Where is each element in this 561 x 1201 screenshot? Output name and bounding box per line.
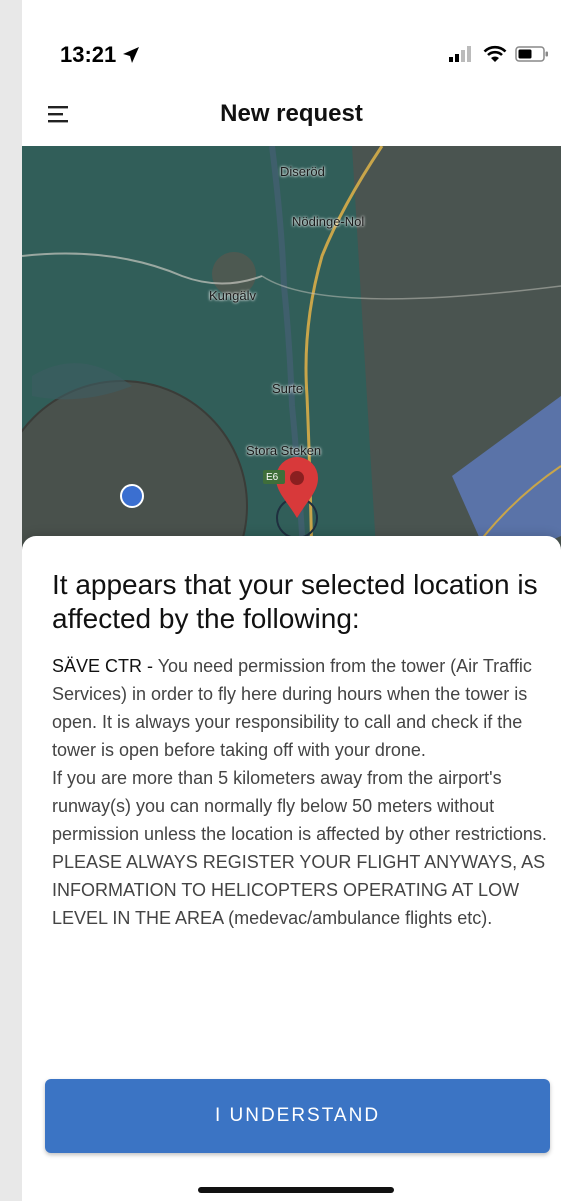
map-road-sign-label: E6	[266, 472, 279, 483]
location-arrow-icon	[123, 47, 140, 63]
home-indicator	[198, 1187, 394, 1193]
map-label-surte: Surte	[272, 381, 304, 396]
map-canvas[interactable]	[22, 146, 561, 566]
sheet-heading: It appears that your selected location i…	[52, 569, 538, 634]
page-title: New request	[220, 100, 363, 127]
phone-screen: 13:21 New request Diseröd Nödinge-Nol Ku…	[22, 0, 561, 1201]
map-label-nodinge: Nödinge-Nol	[292, 214, 365, 229]
cellular-signal-icon	[449, 46, 471, 62]
map-label-stora-steken: Stora Steken	[246, 443, 322, 458]
status-time-text: 13:21	[60, 42, 117, 67]
restriction-paragraph-2: If you are more than 5 kilometers away f…	[52, 768, 547, 928]
battery-icon	[515, 46, 548, 62]
status-icons	[449, 45, 549, 63]
wifi-icon	[483, 45, 507, 62]
map-label-diserod: Diseröd	[280, 164, 325, 179]
i-understand-button[interactable]: I UNDERSTAND	[45, 1079, 550, 1153]
status-bar: 13:21	[22, 0, 561, 84]
map-view[interactable]: Diseröd Nödinge-Nol Kungälv Surte Stora …	[22, 146, 561, 566]
restriction-paragraph-1: SÄVE CTR - You need permission from the …	[52, 652, 552, 764]
status-time: 13:21	[60, 42, 140, 68]
sheet-body: SÄVE CTR - You need permission from the …	[52, 652, 552, 932]
zone-name: SÄVE CTR -	[52, 656, 154, 676]
app-header: New request	[22, 84, 561, 146]
map-label-kungalv: Kungälv	[209, 288, 256, 303]
restriction-bottom-sheet: It appears that your selected location i…	[22, 536, 561, 1201]
user-location-dot	[120, 484, 144, 508]
